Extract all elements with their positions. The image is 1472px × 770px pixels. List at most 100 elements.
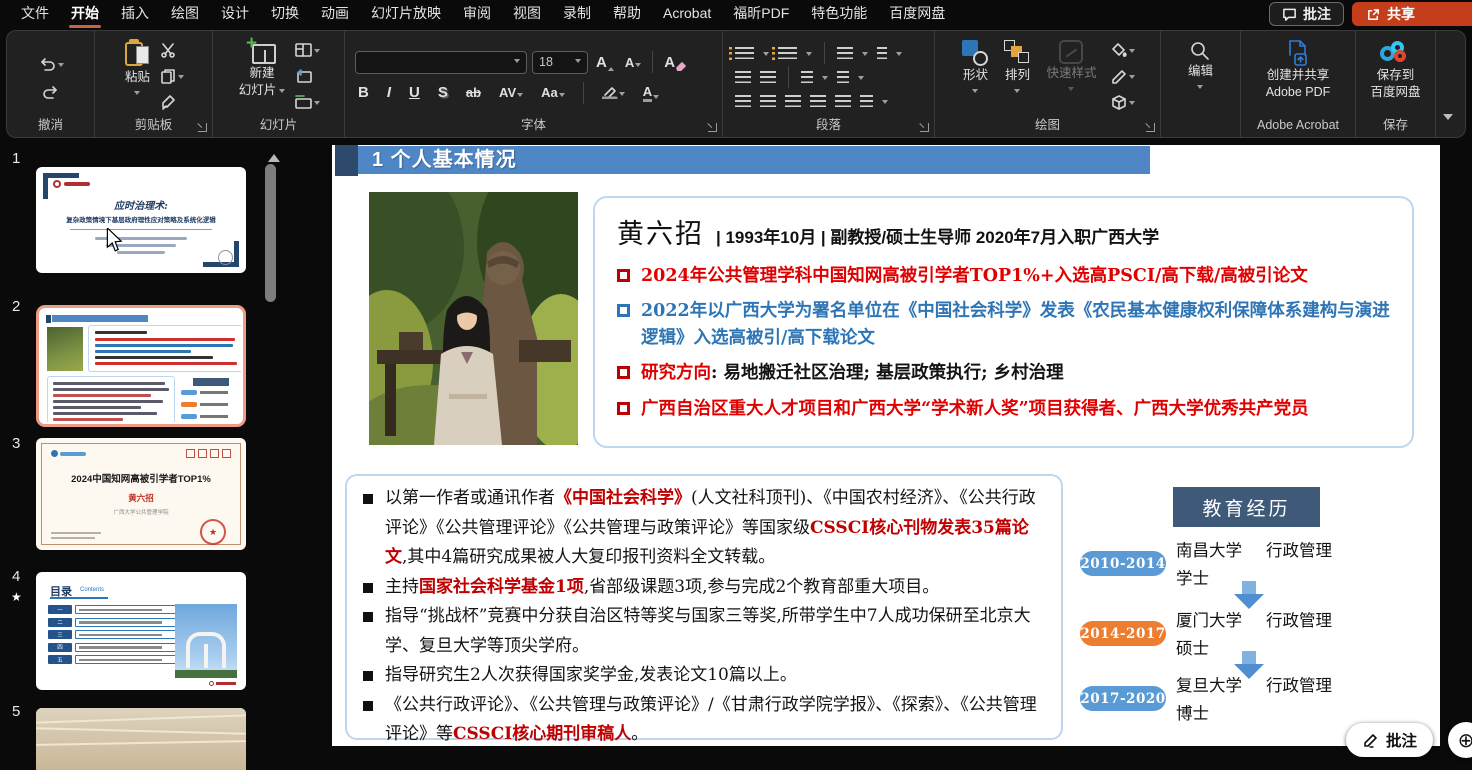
paste-button[interactable]: 粘贴 [121, 38, 154, 116]
editing-chevron-icon[interactable] [1197, 85, 1203, 92]
paste-chevron-icon[interactable] [134, 91, 140, 98]
font-color-button[interactable]: A [640, 83, 662, 103]
text-shadow-button[interactable]: S [435, 83, 451, 102]
menu-tab-帮助[interactable]: 帮助 [602, 0, 652, 29]
quick-styles-chevron-icon[interactable] [1068, 87, 1074, 94]
strikethrough-button[interactable]: ab [463, 84, 484, 101]
shrink-font-button[interactable]: A [622, 54, 644, 71]
shape-outline-button[interactable] [1109, 66, 1137, 86]
slide-thumbnail-4[interactable]: 目录 Contents 一二三四五 [36, 572, 246, 690]
bullets-chevron-icon[interactable] [763, 52, 769, 59]
line-spacing-chevron-icon[interactable] [862, 52, 868, 59]
clear-formatting-button[interactable]: A [661, 53, 689, 72]
align-text-button[interactable] [837, 71, 849, 84]
slide-thumbnail-2-selected[interactable] [36, 305, 246, 427]
italic-button[interactable]: I [384, 83, 394, 102]
align-center-button[interactable] [760, 95, 776, 108]
menu-tab-Acrobat[interactable]: Acrobat [652, 1, 722, 27]
text-highlight-button[interactable] [599, 85, 628, 100]
profile-info-box[interactable]: 黄六招 | 1993年10月 | 副教授/硕士生导师 2020年7月入职广西大学… [593, 196, 1414, 448]
undo-chevron-icon[interactable] [58, 63, 64, 70]
decrease-indent-button[interactable] [735, 71, 751, 84]
font-dialog-launcher[interactable] [708, 123, 717, 132]
columns-button[interactable] [801, 71, 813, 84]
save-to-baidu-button[interactable]: 保存到 百度网盘 [1366, 38, 1424, 116]
align-right-button[interactable] [785, 95, 801, 108]
profile-photo[interactable] [369, 192, 578, 445]
columns-chevron-icon[interactable] [822, 76, 828, 83]
comments-button[interactable]: 批注 [1269, 2, 1344, 26]
menu-tab-插入[interactable]: 插入 [110, 0, 160, 29]
menu-tab-福昕PDF[interactable]: 福昕PDF [722, 0, 800, 29]
justify-button[interactable] [810, 95, 826, 108]
reset-slide-button[interactable] [293, 66, 322, 86]
redo-button[interactable] [40, 83, 62, 103]
change-case-button[interactable]: Aa [538, 84, 568, 101]
new-slide-chevron-icon[interactable] [279, 89, 285, 96]
font-name-select[interactable] [355, 51, 527, 74]
scroll-up-arrow-icon[interactable] [268, 148, 280, 162]
menu-tab-录制[interactable]: 录制 [552, 0, 602, 29]
smartart-chevron-icon[interactable] [882, 100, 888, 107]
format-painter-button[interactable] [158, 92, 186, 112]
font-size-select[interactable]: 18 [532, 51, 588, 74]
shape-fill-button[interactable] [1109, 40, 1137, 60]
menu-tab-百度网盘[interactable]: 百度网盘 [878, 0, 956, 29]
education-header[interactable]: 教育经历 [1173, 487, 1320, 527]
slide-thumbnail-1[interactable]: 应时治理术: 复杂政策情境下基层政府理性应对策略及系统化逻辑 [36, 167, 246, 273]
shape-outline-chevron-icon[interactable] [1129, 75, 1135, 82]
underline-button[interactable]: U [406, 83, 423, 102]
editing-button[interactable]: 编辑 [1184, 38, 1217, 116]
menu-tab-幻灯片放映[interactable]: 幻灯片放映 [360, 0, 452, 29]
section-chevron-icon[interactable] [314, 101, 320, 108]
align-text-chevron-icon[interactable] [858, 76, 864, 83]
slide-thumbnail-5[interactable] [36, 708, 246, 770]
smartart-convert-button[interactable] [860, 95, 873, 108]
copy-chevron-icon[interactable] [178, 75, 184, 82]
annotate-button[interactable]: 批注 [1346, 723, 1433, 757]
menu-tab-动画[interactable]: 动画 [310, 0, 360, 29]
quick-styles-button[interactable]: 快速样式 [1042, 38, 1100, 116]
paragraph-dialog-launcher[interactable] [920, 123, 929, 132]
clipboard-dialog-launcher[interactable] [198, 123, 207, 132]
create-share-adobe-pdf-button[interactable]: 创建并共享 Adobe PDF [1262, 38, 1335, 116]
numbering-button[interactable] [778, 47, 797, 60]
arrange-button[interactable]: 排列 [1000, 38, 1034, 116]
character-spacing-button[interactable]: AV [496, 84, 526, 101]
slide-layout-button[interactable] [293, 40, 322, 60]
text-direction-button[interactable] [877, 47, 887, 60]
slide-title[interactable]: 1 个人基本情况 [358, 146, 1150, 174]
shape-effects-button[interactable] [1109, 92, 1137, 112]
shapes-button[interactable]: 形状 [958, 38, 992, 116]
share-button[interactable]: 共享 [1352, 2, 1472, 26]
bold-button[interactable]: B [355, 83, 372, 102]
bullets-button[interactable] [735, 47, 754, 60]
arrange-chevron-icon[interactable] [1014, 89, 1020, 96]
undo-button[interactable] [36, 55, 66, 75]
section-button[interactable] [293, 92, 322, 112]
menu-tab-视图[interactable]: 视图 [502, 0, 552, 29]
slide-thumbnail-3[interactable]: 2024中国知网高被引学者TOP1% 黄六招 广西大学公共管理学院 ★ [36, 438, 246, 550]
menu-tab-设计[interactable]: 设计 [210, 0, 260, 29]
menu-tab-审阅[interactable]: 审阅 [452, 0, 502, 29]
shape-effects-chevron-icon[interactable] [1129, 101, 1135, 108]
menu-tab-文件[interactable]: 文件 [10, 0, 60, 29]
new-slide-button[interactable]: + 新建 幻灯片 [235, 38, 290, 116]
cut-button[interactable] [158, 40, 186, 60]
line-spacing-button[interactable] [837, 47, 853, 60]
grow-font-button[interactable]: A [593, 53, 617, 72]
menu-tab-开始[interactable]: 开始 [60, 0, 110, 29]
copy-button[interactable] [158, 66, 186, 86]
slide-canvas[interactable]: 1 个人基本情况 [332, 145, 1440, 746]
menu-tab-特色功能[interactable]: 特色功能 [800, 0, 878, 29]
collapse-ribbon-chevron-icon[interactable] [1443, 114, 1453, 125]
drawing-dialog-launcher[interactable] [1146, 123, 1155, 132]
text-direction-chevron-icon[interactable] [896, 52, 902, 59]
menu-tab-绘图[interactable]: 绘图 [160, 0, 210, 29]
distribute-button[interactable] [835, 95, 851, 108]
numbering-chevron-icon[interactable] [806, 52, 812, 59]
shape-fill-chevron-icon[interactable] [1129, 49, 1135, 56]
shapes-chevron-icon[interactable] [972, 89, 978, 96]
menu-tab-切换[interactable]: 切换 [260, 0, 310, 29]
thumbnail-scrollbar[interactable] [265, 164, 276, 302]
